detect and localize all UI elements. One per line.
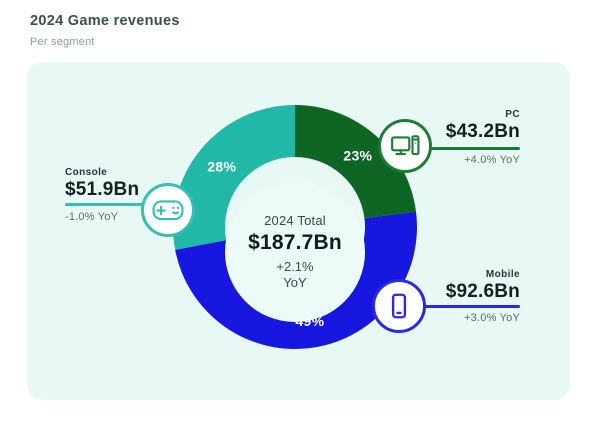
smartphone-icon — [384, 291, 414, 321]
page-header: 2024 Game revenues Per segment — [30, 13, 180, 48]
pc-value: $43.2Bn — [446, 121, 520, 143]
total-change-suffix: YoY — [283, 275, 306, 291]
mobile-icon-bubble — [372, 279, 426, 333]
console-value: $51.9Bn — [65, 179, 139, 201]
chart-card: 23%49%28% 2024 Total $187.7Bn +2.1% YoY … — [27, 62, 570, 400]
page-title: 2024 Game revenues — [30, 13, 180, 29]
console-icon-bubble — [141, 183, 195, 237]
console-yoy: -1.0% YoY — [65, 211, 118, 223]
console-callout: Console $51.9Bn — [65, 166, 139, 201]
gamepad-icon — [152, 197, 184, 223]
donut-center-summary: 2024 Total $187.7Bn +2.1% YoY — [225, 182, 365, 322]
pc-icon-bubble — [378, 119, 432, 173]
pc-label: PC — [446, 108, 520, 121]
desktop-pc-icon — [390, 131, 420, 161]
donut-percent-label-console: 28% — [207, 158, 236, 174]
pc-connector-line — [427, 147, 520, 150]
mobile-value: $92.6Bn — [446, 281, 520, 303]
console-connector-line — [65, 203, 147, 206]
mobile-label: Mobile — [446, 268, 520, 281]
donut-percent-label-pc: 23% — [343, 148, 372, 164]
console-label: Console — [65, 166, 139, 179]
mobile-callout: Mobile $92.6Bn — [446, 268, 520, 303]
pc-callout: PC $43.2Bn — [446, 108, 520, 143]
total-label: 2024 Total — [264, 213, 326, 228]
total-change: +2.1% — [276, 259, 313, 275]
mobile-yoy: +3.0% YoY — [464, 312, 520, 324]
total-value: $187.7Bn — [248, 231, 342, 255]
pc-yoy: +4.0% YoY — [464, 154, 520, 166]
page-subtitle: Per segment — [30, 36, 180, 48]
mobile-connector-line — [420, 305, 520, 308]
